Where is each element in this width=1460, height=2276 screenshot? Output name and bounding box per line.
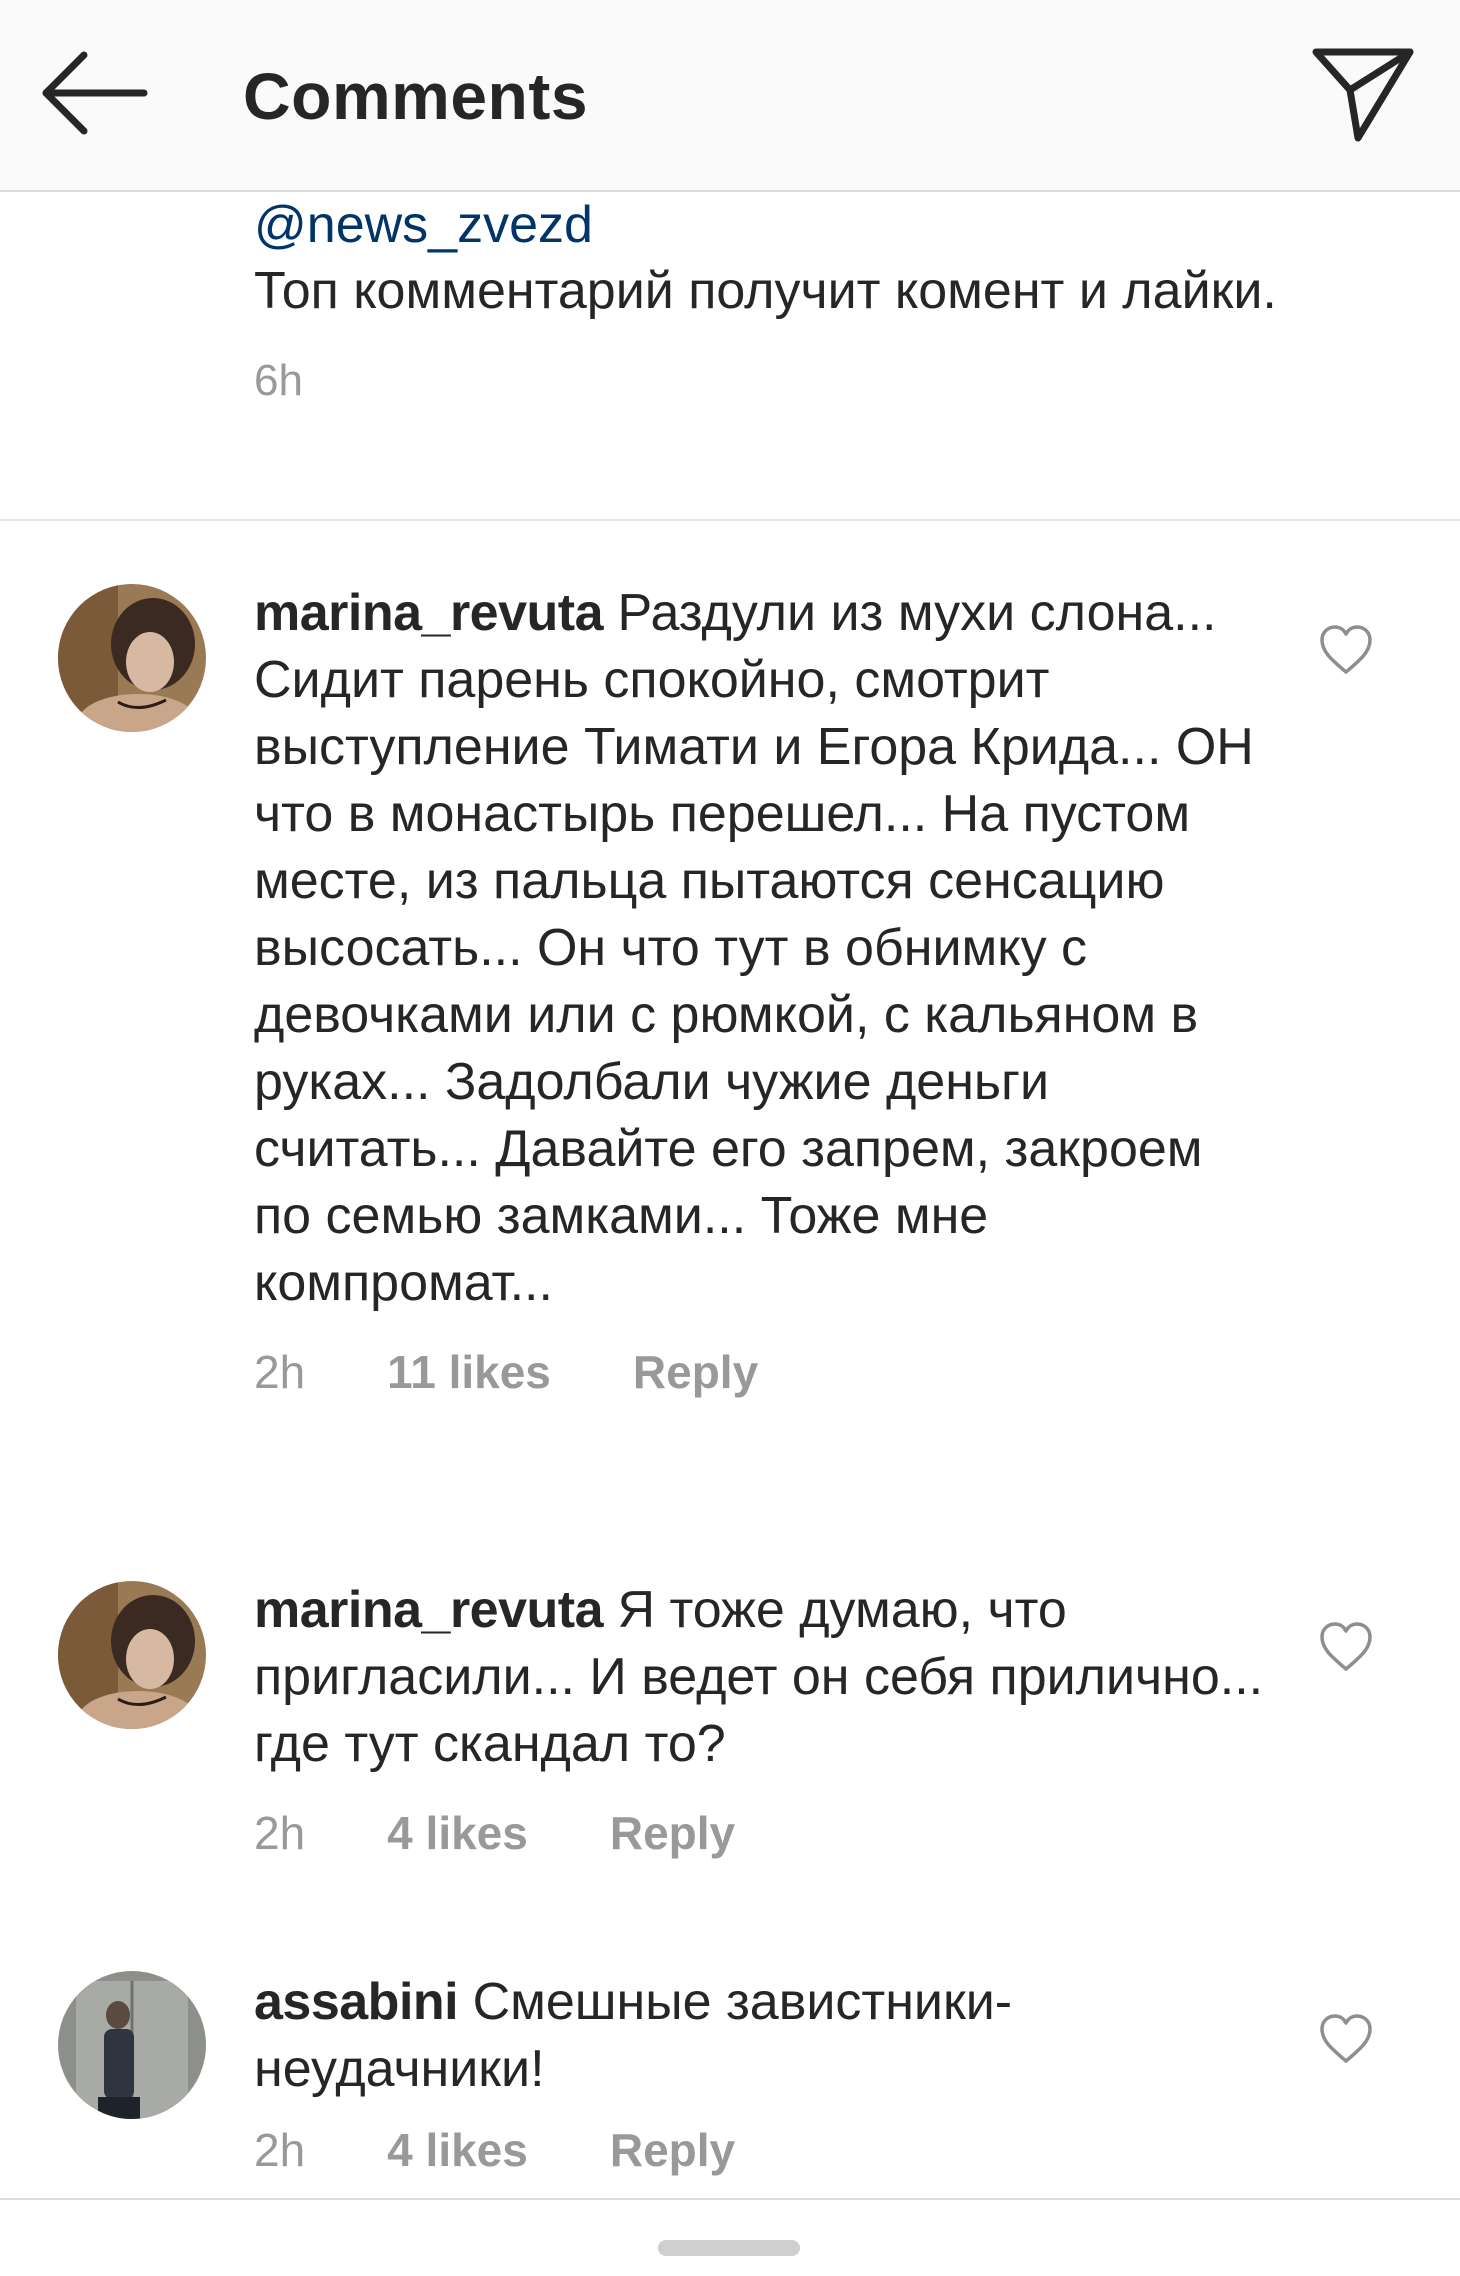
comments-header: Comments <box>0 0 1460 192</box>
comment-username[interactable]: assabini <box>254 1973 459 2031</box>
heart-icon <box>1320 1622 1372 1671</box>
heart-icon <box>1320 2014 1372 2063</box>
comment-meta: 2h 4 likes Reply <box>254 1806 1274 1860</box>
likes-count[interactable]: 4 likes <box>387 1806 528 1860</box>
reply-button[interactable]: Reply <box>633 1345 758 1399</box>
share-button[interactable] <box>1308 40 1418 150</box>
comment-text: assabini Смешные завистники-неудачники! <box>254 1969 1274 2103</box>
caption-timestamp: 6h <box>254 356 303 405</box>
heart-icon <box>1320 625 1372 674</box>
comment-meta: 2h 11 likes Reply <box>254 1345 1274 1399</box>
comment-username[interactable]: marina_revuta <box>254 1581 604 1639</box>
comment-text: marina_revuta Раздули из мухи слона... С… <box>254 580 1274 1317</box>
likes-count[interactable]: 11 likes <box>387 1345 551 1399</box>
arrow-left-icon <box>42 51 148 135</box>
post-caption: @news_zvezd Топ комментарий получит коме… <box>254 190 1354 406</box>
comment-meta: 2h 4 likes Reply <box>254 2123 1274 2177</box>
like-button[interactable] <box>1318 1621 1374 1673</box>
caption-text: Топ комментарий получит комент и лайки. <box>254 262 1277 320</box>
likes-count[interactable]: 4 likes <box>387 2123 528 2177</box>
comment-text: marina_revuta Я тоже думаю, что пригласи… <box>254 1577 1274 1778</box>
user-avatar-image <box>58 1581 206 1729</box>
comment-message: Раздули из мухи слона... Сидит парень сп… <box>254 584 1254 1312</box>
back-button[interactable] <box>40 45 150 145</box>
comment-timestamp: 2h <box>254 1346 306 1398</box>
paper-plane-icon <box>1312 48 1414 142</box>
avatar[interactable] <box>58 1581 206 1729</box>
comment-composer-divider <box>0 2198 1460 2200</box>
avatar[interactable] <box>58 1971 206 2119</box>
comment-timestamp: 2h <box>254 2124 306 2176</box>
comment-username[interactable]: marina_revuta <box>254 584 604 642</box>
caption-divider <box>0 519 1460 521</box>
home-indicator[interactable] <box>658 2240 800 2256</box>
page-title: Comments <box>243 59 589 133</box>
avatar[interactable] <box>58 584 206 732</box>
like-button[interactable] <box>1318 624 1374 676</box>
reply-button[interactable]: Reply <box>610 2123 735 2177</box>
comment-timestamp: 2h <box>254 1807 306 1859</box>
user-avatar-image <box>58 584 206 732</box>
like-button[interactable] <box>1318 2013 1374 2065</box>
reply-button[interactable]: Reply <box>610 1806 735 1860</box>
mention-link[interactable]: @news_zvezd <box>254 192 1354 258</box>
user-avatar-image <box>58 1971 206 2119</box>
